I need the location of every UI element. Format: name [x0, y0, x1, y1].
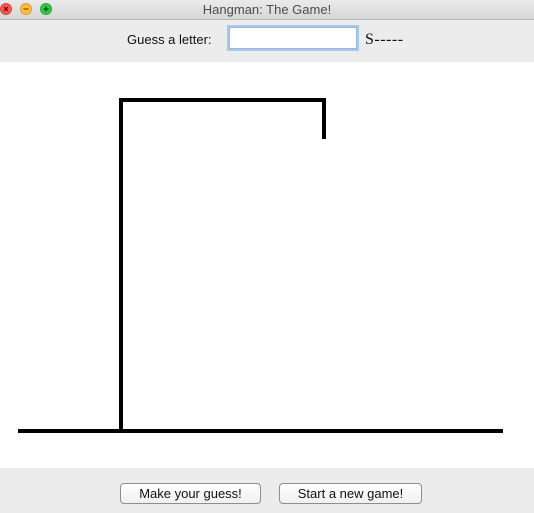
word-display: S----- [365, 31, 404, 48]
guess-panel: Guess a letter: S----- [0, 20, 534, 62]
button-bar: Make your guess! Start a new game! [0, 468, 534, 513]
guess-label: Guess a letter: [127, 32, 212, 47]
title-bar: Hangman: The Game! [0, 0, 534, 20]
window-title: Hangman: The Game! [202, 2, 332, 17]
guess-input[interactable] [229, 27, 357, 49]
new-game-button[interactable]: Start a new game! [279, 483, 422, 504]
make-guess-button[interactable]: Make your guess! [120, 483, 261, 504]
hangman-canvas [0, 62, 534, 468]
gallows-drawing [18, 98, 503, 433]
